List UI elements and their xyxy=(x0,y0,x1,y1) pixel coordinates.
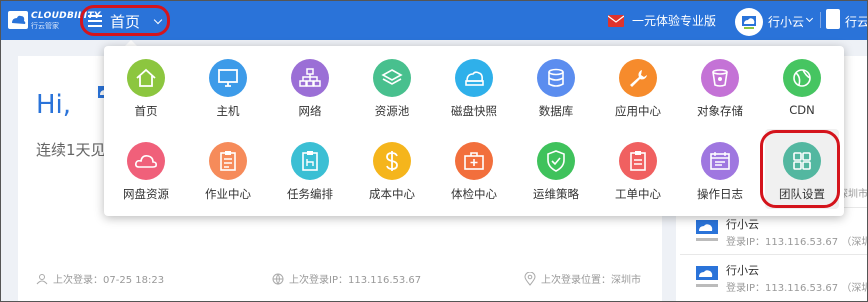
last-login-time: 上次登录：07-25 18:23 xyxy=(36,271,164,286)
menu-item-label: CDN xyxy=(789,103,815,117)
user-icon xyxy=(36,273,48,284)
shield-icon xyxy=(537,142,575,180)
globe-icon xyxy=(783,59,821,97)
log-user-name: 行小云 xyxy=(726,218,759,231)
log-user-name: 行小云 xyxy=(726,264,759,277)
last-login-time-text: 上次登录：07-25 18:23 xyxy=(53,275,165,286)
menu-item-label: 磁盘快照 xyxy=(451,104,497,118)
ticket-icon xyxy=(619,142,657,180)
highlight-box-home xyxy=(80,5,170,36)
menu-item-label: 任务编排 xyxy=(287,187,333,201)
home-icon xyxy=(127,59,165,97)
menu-item-object-storage[interactable]: 对象存储 xyxy=(680,59,760,121)
menu-item-health-check[interactable]: 体检中心 xyxy=(434,142,514,204)
log-divider xyxy=(680,254,868,255)
menu-item-cdn[interactable]: CDN xyxy=(762,59,842,121)
divider xyxy=(820,12,821,28)
menu-item-database[interactable]: 数据库 xyxy=(516,59,596,121)
menu-item-ticket-center[interactable]: 工单中心 xyxy=(598,142,678,204)
menu-item-label: 运维策略 xyxy=(533,187,579,201)
last-login-ip: 上次登录IP：113.116.53.67 xyxy=(272,271,421,286)
log-ip: 登录IP：113.116.53.67 （深圳市 xyxy=(726,237,868,248)
menu-item-netdisk[interactable]: 网盘资源 xyxy=(106,142,186,204)
network-icon xyxy=(291,59,329,97)
menu-item-label: 网络 xyxy=(298,104,322,118)
menu-item-label: 网盘资源 xyxy=(123,187,169,201)
menu-item-cost-center[interactable]: 成本中心 xyxy=(352,142,432,204)
menu-item-label: 主机 xyxy=(216,104,240,118)
log-row: 行小云 登录IP：113.116.53.67 （深圳市 xyxy=(676,210,868,256)
team-name[interactable]: 行云 xyxy=(845,13,868,30)
disk-icon xyxy=(455,59,493,97)
envelope-icon xyxy=(608,14,624,27)
cloud-icon xyxy=(127,142,165,180)
menu-item-label: 首页 xyxy=(134,104,158,118)
promo-label: 一元体验专业版 xyxy=(632,14,717,28)
row-logo-icon xyxy=(696,220,718,241)
dollar-icon xyxy=(373,142,411,180)
promo-link[interactable]: 一元体验专业版 xyxy=(608,12,716,29)
monitor-icon xyxy=(209,59,247,97)
menu-item-label: 作业中心 xyxy=(205,187,251,201)
bucket-icon xyxy=(701,59,739,97)
logo-subtext: 行云管家 xyxy=(31,22,59,30)
menu-item-label: 对象存储 xyxy=(697,104,743,118)
highlight-box-team-settings xyxy=(760,130,840,208)
user-name[interactable]: 行小云 xyxy=(768,13,804,30)
nav-dropdown-menu: 首页 主机 网络 资源池 磁盘快照 数据库 应用中心 对象存储 CDN 网盘资源… xyxy=(104,46,844,216)
last-login-ip-text: 上次登录IP：113.116.53.67 xyxy=(289,275,422,286)
menu-item-ops-policy[interactable]: 运维策略 xyxy=(516,142,596,204)
database-icon xyxy=(537,59,575,97)
last-login-place-text: 上次登录位置：深圳市 xyxy=(541,275,641,286)
menu-item-app-center[interactable]: 应用中心 xyxy=(598,59,678,121)
log-row: 行小云 登录IP：113.116.53.67 （深圳市 xyxy=(676,256,868,302)
menu-item-label: 工单中心 xyxy=(615,187,661,201)
menu-item-label: 应用中心 xyxy=(615,104,661,118)
menu-item-network[interactable]: 网络 xyxy=(270,59,350,121)
log-ip: 登录IP：113.116.53.67 （深圳市 xyxy=(726,283,868,294)
menu-item-disk-snapshot[interactable]: 磁盘快照 xyxy=(434,59,514,121)
layers-icon xyxy=(373,59,411,97)
row-logo-icon xyxy=(696,266,718,287)
last-login-place: 上次登录位置：深圳市 xyxy=(524,271,641,286)
task-flow-icon xyxy=(291,142,329,180)
user-chevron-down-icon[interactable] xyxy=(805,14,814,23)
menu-item-home[interactable]: 首页 xyxy=(106,59,186,121)
menu-item-resource-pool[interactable]: 资源池 xyxy=(352,59,432,121)
menu-item-job-center[interactable]: 作业中心 xyxy=(188,142,268,204)
globe-outline-icon xyxy=(272,273,284,285)
menu-item-task-orchestration[interactable]: 任务编排 xyxy=(270,142,350,204)
location-pin-icon xyxy=(524,271,536,286)
clipboard-icon xyxy=(209,142,247,180)
medical-kit-icon xyxy=(455,142,493,180)
wrench-icon xyxy=(619,59,657,97)
menu-item-label: 体检中心 xyxy=(451,187,497,201)
menu-item-label: 资源池 xyxy=(374,104,410,118)
greeting: Hi, xyxy=(36,90,72,120)
calendar-icon xyxy=(701,142,739,180)
menu-item-operation-log[interactable]: 操作日志 xyxy=(680,142,760,204)
cloudbility-logo[interactable] xyxy=(6,8,30,32)
streak-text: 连续1天见 xyxy=(36,141,106,159)
avatar-logo-icon xyxy=(742,16,756,29)
menu-item-host[interactable]: 主机 xyxy=(188,59,268,121)
user-avatar[interactable] xyxy=(735,8,763,36)
team-avatar[interactable] xyxy=(826,9,840,29)
menu-item-label: 操作日志 xyxy=(697,187,743,201)
menu-item-label: 成本中心 xyxy=(369,187,415,201)
menu-item-label: 数据库 xyxy=(538,104,574,118)
